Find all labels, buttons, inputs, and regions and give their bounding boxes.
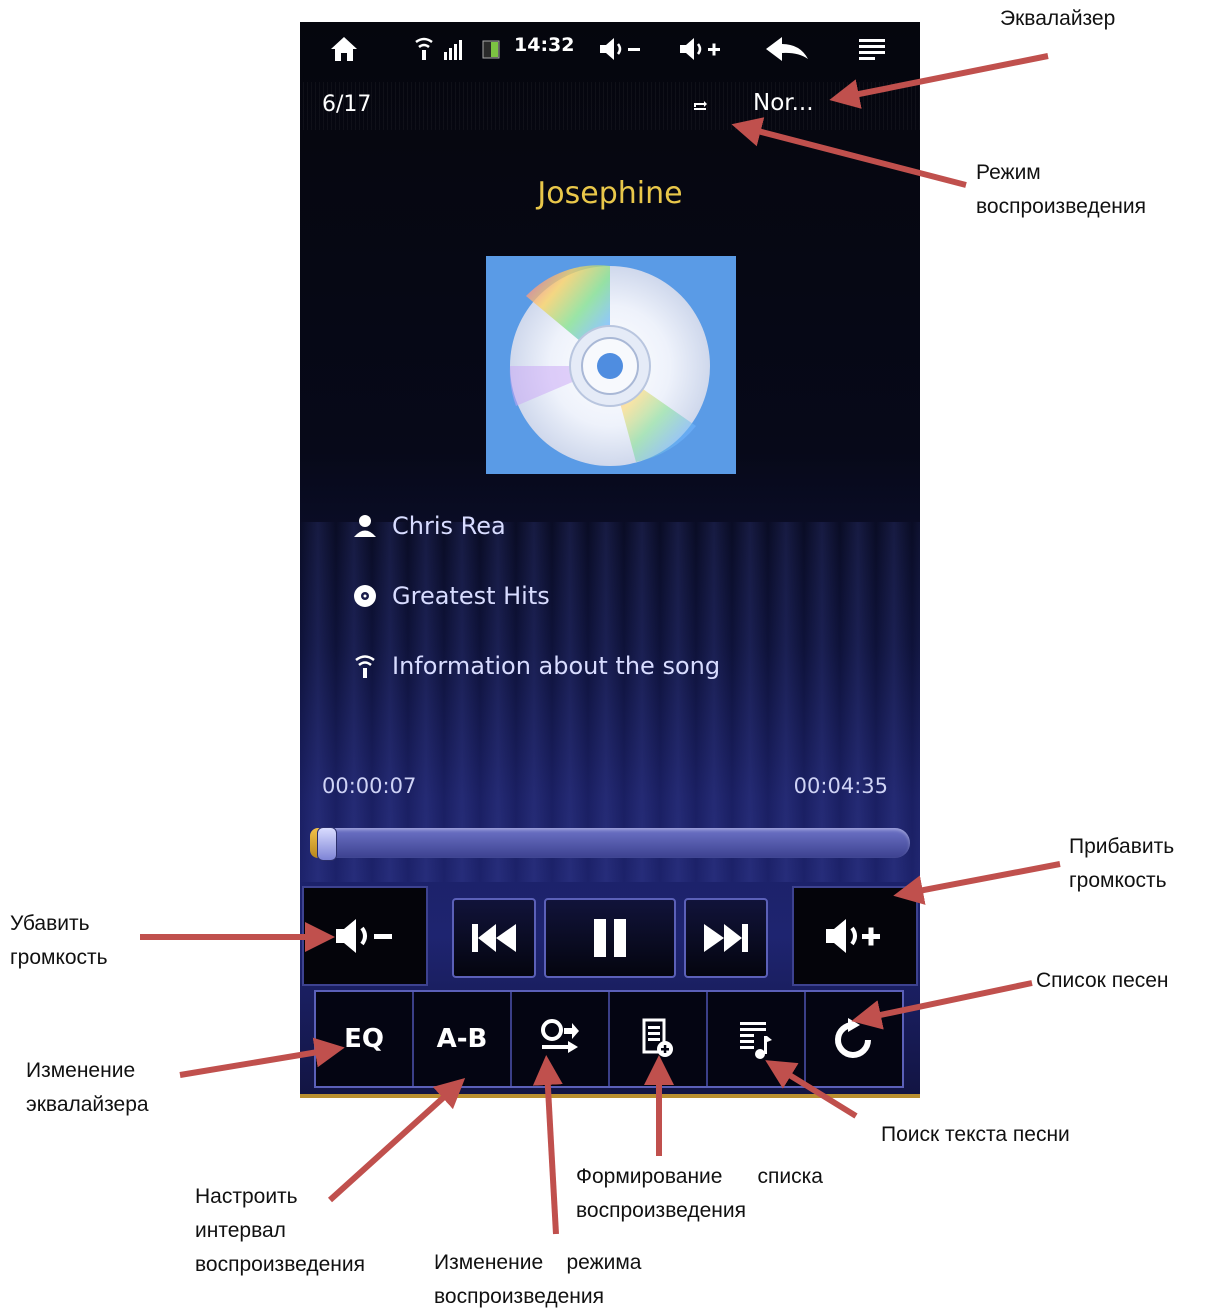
label-song-list: Список песен	[1036, 969, 1169, 992]
volume-down-icon[interactable]	[596, 30, 646, 68]
eq-button[interactable]: EQ	[316, 992, 414, 1086]
lyrics-search-button[interactable]	[708, 992, 806, 1086]
seek-handle[interactable]	[317, 827, 337, 861]
album-row: Greatest Hits	[350, 578, 550, 614]
previous-button[interactable]	[452, 898, 536, 978]
equalizer-preset[interactable]: Nor...	[753, 90, 814, 116]
song-title: Josephine	[537, 176, 683, 211]
label-play-mode-1: Режим	[976, 161, 1041, 184]
total-time: 00:04:35	[793, 774, 888, 798]
battery-icon	[480, 30, 502, 68]
pause-icon	[594, 919, 626, 957]
label-playlist-2: воспроизведения	[576, 1199, 746, 1222]
label-vol-down-2: громкость	[10, 946, 108, 969]
song-info-link[interactable]: Information about the song	[392, 652, 720, 680]
album-name: Greatest Hits	[392, 582, 550, 610]
play-mode-icon	[541, 1019, 579, 1053]
label-vol-up-2: громкость	[1069, 869, 1167, 892]
status-bar: 14:32	[300, 22, 920, 78]
artist-name: Chris Rea	[392, 512, 506, 540]
wifi-icon	[412, 30, 436, 68]
info-bar	[300, 82, 920, 130]
arrow-ab-interval	[327, 1077, 466, 1203]
track-counter: 6/17	[322, 92, 372, 117]
home-icon[interactable]	[326, 30, 362, 68]
arrow-volume-up	[893, 861, 1061, 905]
next-button[interactable]	[684, 898, 768, 978]
label-ab-2: интервал	[195, 1219, 286, 1242]
volume-down-icon	[336, 919, 392, 953]
label-playlist-1: Формирование списка	[576, 1165, 823, 1188]
back-icon[interactable]	[762, 30, 812, 68]
playlist-builder-button[interactable]	[610, 992, 708, 1086]
ab-repeat-button[interactable]: A-B	[414, 992, 512, 1086]
volume-up-icon	[826, 919, 880, 953]
label-eq-change-1: Изменение	[26, 1059, 136, 1082]
label-ab-3: воспроизведения	[195, 1253, 365, 1276]
label-mode-change-2: воспроизведения	[434, 1285, 604, 1308]
disc-icon	[350, 581, 380, 611]
function-toolbar: EQ A-B	[314, 990, 904, 1088]
playlist-add-icon	[642, 1018, 673, 1057]
label-eq-change-2: эквалайзера	[26, 1093, 149, 1116]
label-mode-change-1: Изменение режима	[434, 1251, 642, 1274]
lyrics-icon	[740, 1022, 772, 1059]
play-mode-button[interactable]	[512, 992, 610, 1086]
skip-back-icon	[472, 924, 516, 952]
broadcast-icon	[350, 651, 380, 681]
song-info-row[interactable]: Information about the song	[350, 648, 720, 684]
player-screen: 14:32 6/17 Nor... Josephine Chris Rea Gr…	[300, 22, 920, 1098]
volume-up-button[interactable]	[792, 886, 918, 986]
label-lyrics-search: Поиск текста песни	[881, 1123, 1070, 1146]
menu-icon[interactable]	[852, 30, 892, 68]
pause-button[interactable]	[544, 898, 676, 978]
label-play-mode-2: воспроизведения	[976, 195, 1146, 218]
volume-down-button[interactable]	[302, 886, 428, 986]
label-equalizer: Эквалайзер	[1000, 7, 1116, 30]
clock: 14:32	[514, 34, 575, 56]
artist-row: Chris Rea	[350, 508, 506, 544]
skip-forward-icon	[704, 924, 748, 952]
signal-icon	[440, 30, 468, 68]
song-list-button[interactable]	[806, 992, 902, 1086]
refresh-icon	[835, 1018, 871, 1058]
repeat-icon[interactable]	[692, 96, 708, 115]
album-cover	[486, 256, 736, 474]
label-vol-down-1: Убавить	[10, 912, 90, 935]
label-vol-up-1: Прибавить	[1069, 835, 1175, 858]
seek-bar[interactable]	[310, 827, 910, 861]
label-ab-1: Настроить	[195, 1185, 298, 1208]
person-icon	[350, 511, 380, 541]
volume-up-icon[interactable]	[676, 30, 726, 68]
elapsed-time: 00:00:07	[322, 774, 417, 798]
